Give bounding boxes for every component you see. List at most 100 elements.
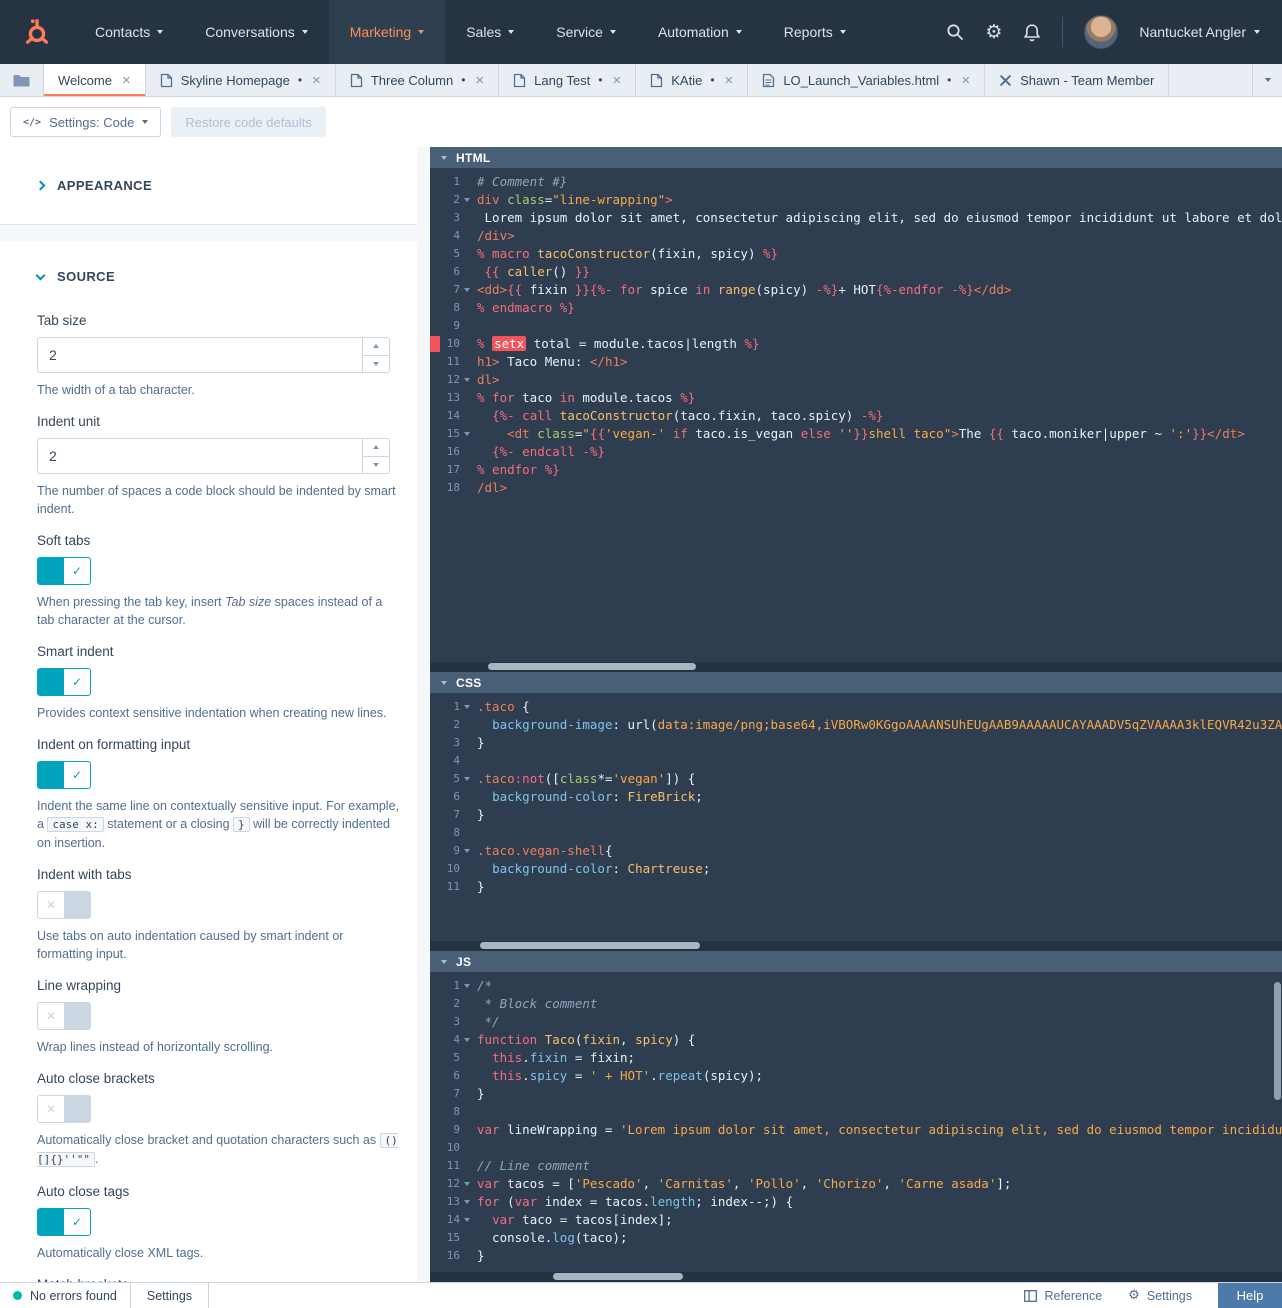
toggle-soft-tabs[interactable]: ✓ xyxy=(37,557,91,585)
scrollbar-thumb[interactable] xyxy=(1274,982,1281,1100)
settings-button[interactable]: ⚙ Settings xyxy=(1128,1289,1192,1303)
scrollbar-thumb[interactable] xyxy=(488,663,696,670)
fold-gutter[interactable] xyxy=(460,425,474,443)
pane-header-css[interactable]: CSS xyxy=(430,672,1282,693)
scrollbar-thumb[interactable] xyxy=(553,1273,683,1280)
stepper-down-button[interactable] xyxy=(363,457,389,474)
reference-button[interactable]: Reference xyxy=(1024,1289,1102,1303)
footer-tab-settings[interactable]: Settings xyxy=(129,1283,210,1308)
code-text: h1> Taco Menu: </h1> xyxy=(477,354,628,369)
nav-item-reports[interactable]: Reports xyxy=(763,0,867,64)
hubspot-logo[interactable] xyxy=(0,0,74,64)
toggle-indent-with-tabs[interactable]: ✕ xyxy=(37,891,91,919)
line-number: 2 xyxy=(453,193,460,206)
fold-gutter[interactable] xyxy=(460,1031,474,1049)
nav-item-label: Marketing xyxy=(349,24,412,40)
nav-item-contacts[interactable]: Contacts xyxy=(74,0,184,64)
search-icon[interactable] xyxy=(946,23,964,41)
gear-icon[interactable]: ⚙ xyxy=(985,22,1002,42)
account-menu[interactable]: Nantucket Angler xyxy=(1139,24,1260,40)
fold-gutter[interactable] xyxy=(460,842,474,860)
help-button[interactable]: Help xyxy=(1218,1283,1282,1308)
scrollbar-thumb[interactable] xyxy=(480,942,700,949)
bell-icon[interactable] xyxy=(1023,23,1041,42)
fold-gutter xyxy=(460,209,474,227)
fold-arrow-icon xyxy=(464,849,470,853)
fold-gutter[interactable] xyxy=(460,1193,474,1211)
tab-lang-test[interactable]: Lang Test • × xyxy=(499,64,637,96)
close-icon[interactable]: × xyxy=(725,73,734,88)
toggle-auto-close-brackets[interactable]: ✕ xyxy=(37,1095,91,1123)
stepper xyxy=(362,338,389,372)
fold-gutter[interactable] xyxy=(460,1211,474,1229)
tab-welcome[interactable]: Welcome × xyxy=(44,64,146,96)
fold-gutter[interactable] xyxy=(460,977,474,995)
appearance-section-header[interactable]: APPEARANCE xyxy=(0,147,417,225)
setting-label: Soft tabs xyxy=(37,533,91,548)
close-icon[interactable]: × xyxy=(475,73,484,88)
code-line: 9 .taco.vegan-shell{ xyxy=(430,842,1282,860)
vertical-scrollbar[interactable] xyxy=(1272,972,1282,1272)
fold-gutter[interactable] xyxy=(460,698,474,716)
nav-item-conversations[interactable]: Conversations xyxy=(184,0,329,64)
toggle-auto-close-tags[interactable]: ✓ xyxy=(37,1208,91,1236)
fold-gutter[interactable] xyxy=(460,191,474,209)
settings-code-button[interactable]: </> Settings: Code xyxy=(10,107,162,137)
line-number: 12 xyxy=(446,373,460,386)
tab-overflow-button[interactable] xyxy=(1252,64,1282,96)
horizontal-scrollbar[interactable] xyxy=(430,662,1282,672)
stepper-up-button[interactable] xyxy=(363,338,389,356)
inline-code: case x: xyxy=(47,817,104,832)
code-line: 5 % macro tacoConstructor(fixin, spicy) %… xyxy=(430,245,1282,263)
tab-lo-launch-variables-html[interactable]: LO_Launch_Variables.html • × xyxy=(748,64,986,96)
restore-code-defaults-button[interactable]: Restore code defaults xyxy=(171,107,326,137)
fold-gutter[interactable] xyxy=(460,1175,474,1193)
fold-gutter xyxy=(460,860,474,878)
fold-gutter xyxy=(460,1085,474,1103)
fold-gutter[interactable] xyxy=(460,281,474,299)
fold-arrow-icon xyxy=(464,198,470,202)
nav-item-service[interactable]: Service xyxy=(535,0,637,64)
nav-item-marketing[interactable]: Marketing xyxy=(328,0,446,64)
number-input-indent-unit[interactable]: 2 xyxy=(37,438,390,474)
nav-item-sales[interactable]: Sales xyxy=(445,0,535,64)
finder-button[interactable] xyxy=(0,64,44,96)
stepper-up-button[interactable] xyxy=(363,439,389,457)
tab-skyline-homepage[interactable]: Skyline Homepage • × xyxy=(146,64,336,96)
toggle-smart-indent[interactable]: ✓ xyxy=(37,668,91,696)
fold-gutter[interactable] xyxy=(460,770,474,788)
pane-header-html[interactable]: HTML xyxy=(430,147,1282,168)
stepper-down-button[interactable] xyxy=(363,356,389,373)
code-area-html[interactable]: 1 # Comment #} 2 div class="line-wrapping">… xyxy=(430,168,1282,672)
number-input-tab-size[interactable]: 2 xyxy=(37,337,390,373)
inline-code: } xyxy=(233,817,250,832)
line-number: 13 xyxy=(446,391,460,404)
tab-shawn-team-member[interactable]: Shawn - Team Member xyxy=(985,64,1170,96)
sprocket-icon xyxy=(22,17,52,47)
close-icon[interactable]: × xyxy=(613,73,622,88)
horizontal-scrollbar[interactable] xyxy=(430,941,1282,951)
fold-gutter xyxy=(460,1121,474,1139)
fold-arrow-icon xyxy=(464,705,470,709)
error-marker xyxy=(430,336,440,352)
horizontal-scrollbar[interactable] xyxy=(430,1272,1282,1282)
close-icon[interactable]: × xyxy=(312,73,321,88)
setting-help: Wrap lines instead of horizontally scrol… xyxy=(37,1038,402,1056)
fold-gutter xyxy=(460,389,474,407)
code-text: function Taco(fixin, spicy) { xyxy=(477,1032,696,1047)
tab-three-column[interactable]: Three Column • × xyxy=(336,64,500,96)
toggle-indent-on-formatting-input[interactable]: ✓ xyxy=(37,761,91,789)
tab-katie[interactable]: KAtie • × xyxy=(636,64,749,96)
nav-item-automation[interactable]: Automation xyxy=(637,0,763,64)
fold-gutter[interactable] xyxy=(460,371,474,389)
line-number: 4 xyxy=(453,754,460,767)
pane-header-js[interactable]: JS xyxy=(430,951,1282,972)
close-icon[interactable]: × xyxy=(122,73,131,88)
source-section-header[interactable]: SOURCE xyxy=(35,269,390,284)
code-area-css[interactable]: 1 .taco {2 background-image: url(data:ima… xyxy=(430,693,1282,951)
close-icon[interactable]: × xyxy=(961,73,970,88)
toggle-line-wrapping[interactable]: ✕ xyxy=(37,1002,91,1030)
source-section-label: SOURCE xyxy=(57,269,116,284)
avatar[interactable] xyxy=(1084,15,1119,49)
code-area-js[interactable]: 1/* 2 * Block comment 3 */4 function Taco(f… xyxy=(430,972,1282,1282)
